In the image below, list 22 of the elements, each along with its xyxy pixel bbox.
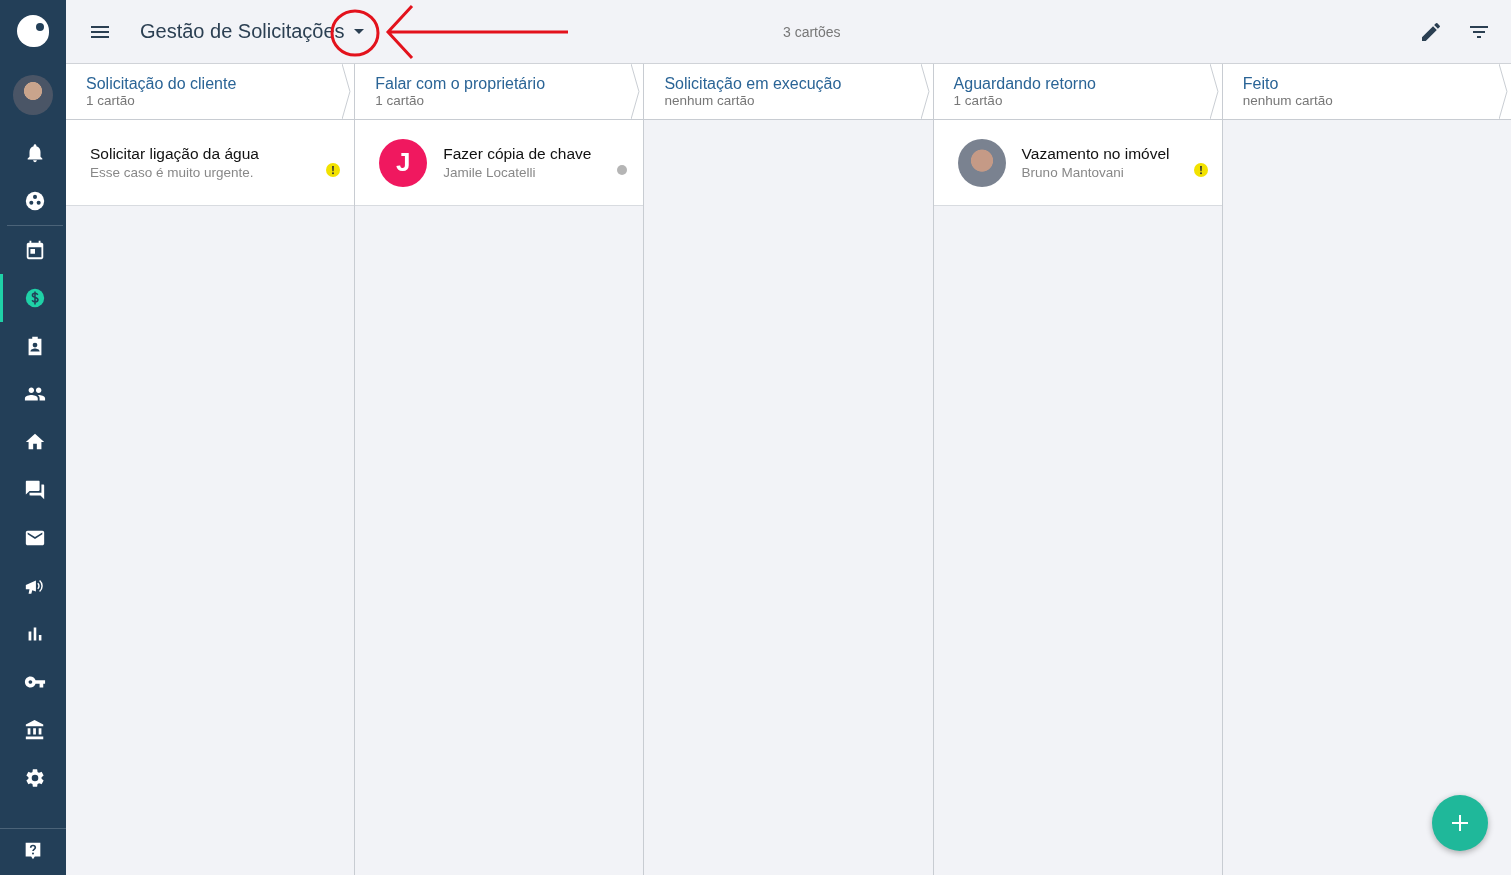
card-subtitle: Jamile Locatelli xyxy=(443,165,537,180)
column-count: nenhum cartão xyxy=(664,93,756,108)
user-avatar[interactable] xyxy=(13,75,53,115)
task-card[interactable]: Vazamento no imóvel Bruno Mantovani xyxy=(933,120,1222,206)
initial-avatar: J xyxy=(379,138,428,187)
task-card[interactable]: Solicitar ligação da água Esse caso é muito urgente. xyxy=(66,120,355,206)
column-count: 1 cartão xyxy=(375,93,425,108)
column-count: nenhum cartão xyxy=(1242,93,1334,108)
card-count: 3 cartões xyxy=(782,23,842,40)
card-subtitle: Esse caso é muito urgente. xyxy=(90,165,255,180)
column-title: Solicitação em execução xyxy=(664,75,843,93)
column-count: 1 cartão xyxy=(953,93,1004,108)
card-title: Vazamento no imóvel xyxy=(1021,145,1171,163)
column-title: Aguardando retorno xyxy=(953,75,1097,93)
column-count: 1 cartão xyxy=(86,93,136,108)
card-title: Solicitar ligação da água xyxy=(90,145,260,163)
column-title: Falar com o proprietário xyxy=(375,75,547,93)
card-title: Fazer cópia de chave xyxy=(443,145,593,163)
task-card[interactable]: J Fazer cópia de chave Jamile Locatelli xyxy=(355,120,644,206)
column-title: Feito xyxy=(1242,75,1280,93)
card-subtitle: Bruno Mantovani xyxy=(1021,165,1125,180)
column-title: Solicitação do cliente xyxy=(86,75,238,93)
